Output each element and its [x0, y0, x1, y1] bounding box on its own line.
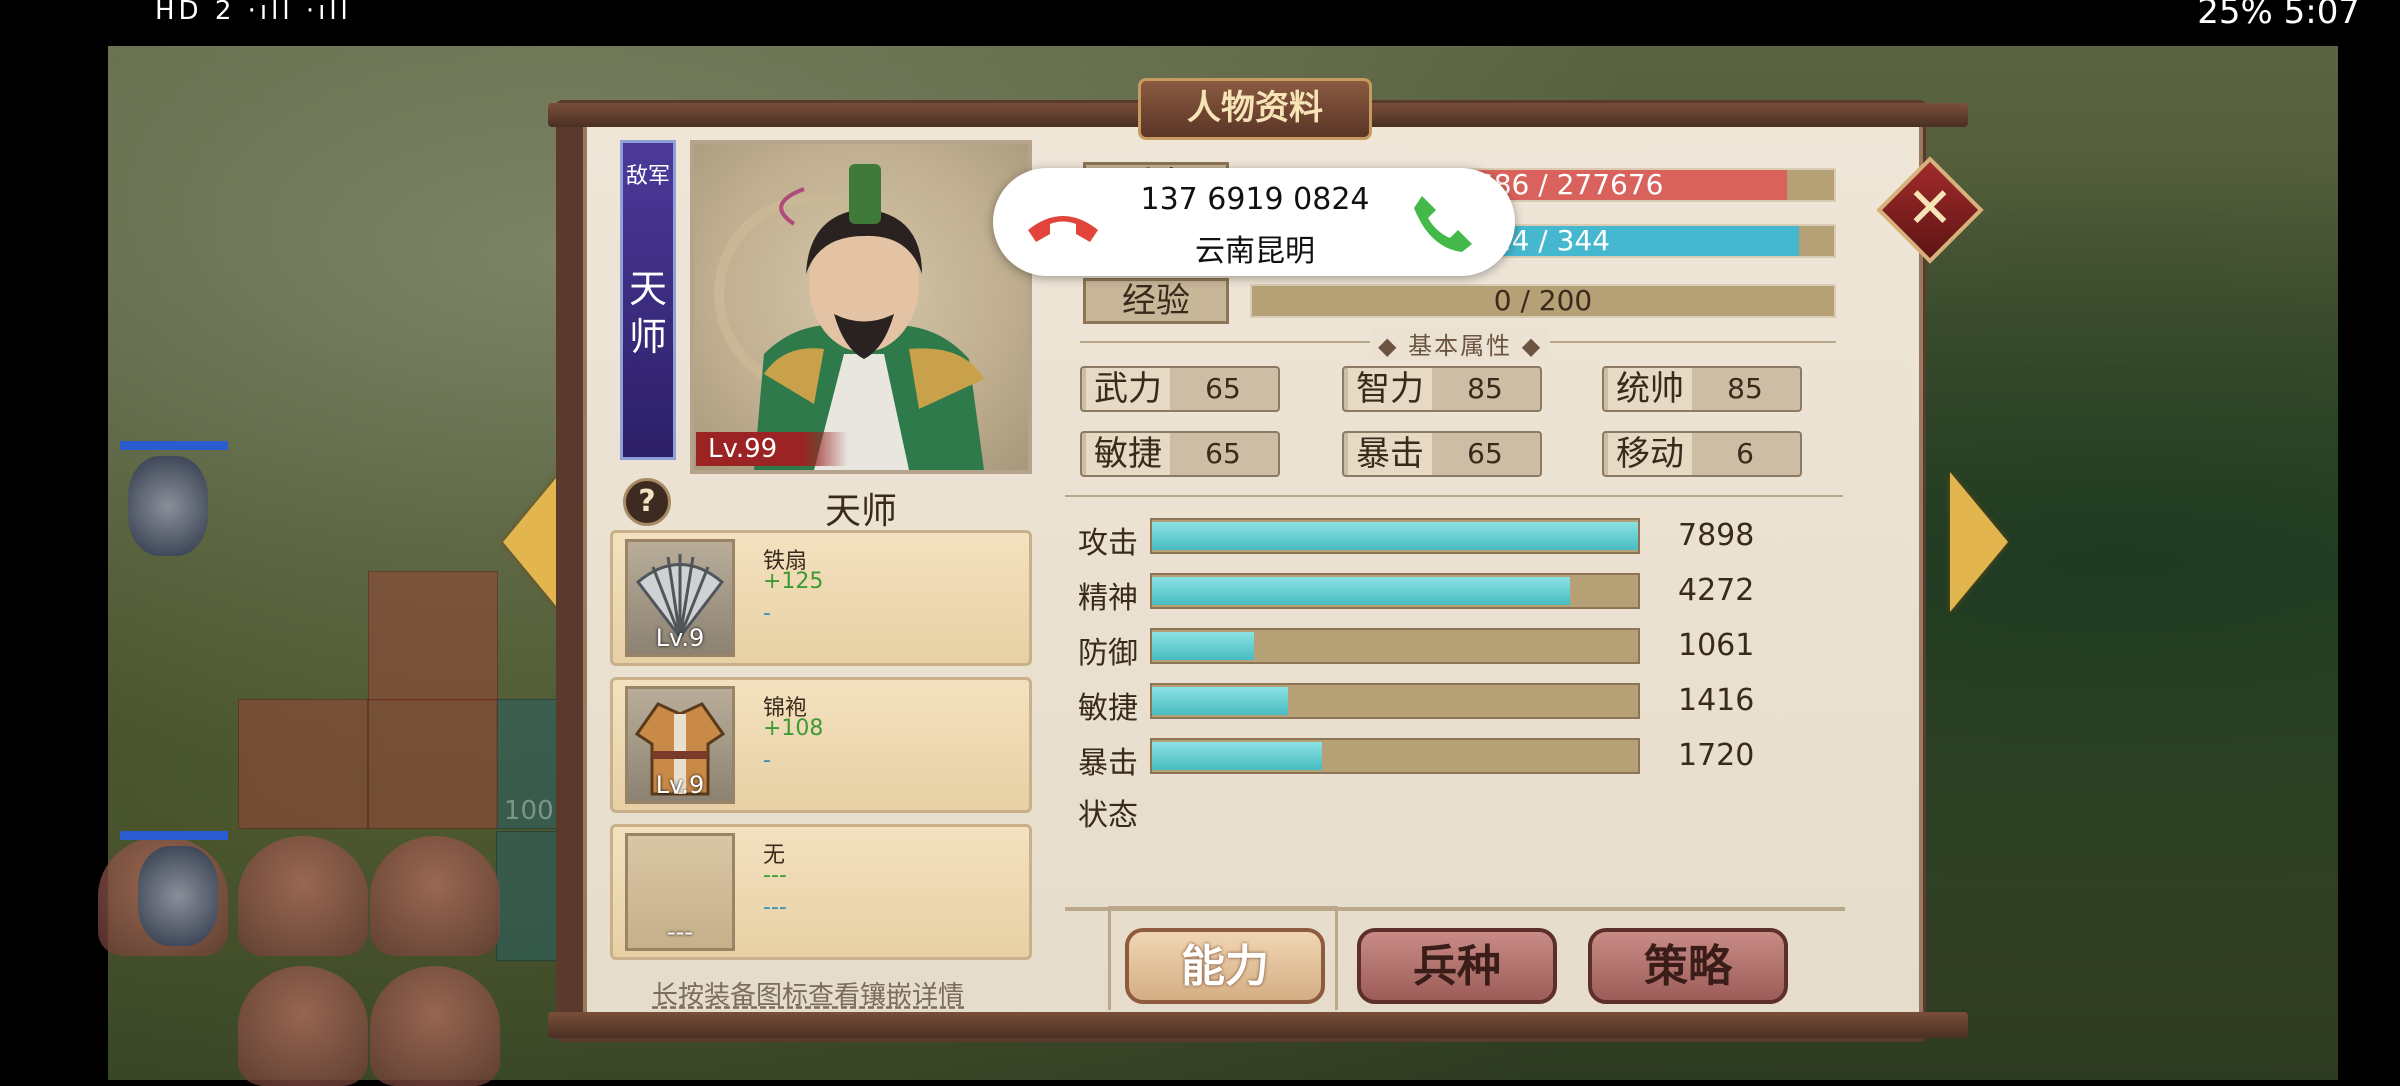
defense-bar	[1150, 628, 1640, 664]
equipment-bonus: ---	[763, 863, 787, 888]
stat-intelligence: 智力 85	[1342, 366, 1542, 412]
exp-bar: 0 / 200	[1250, 284, 1836, 318]
equipment-level: Lv.9	[655, 624, 705, 652]
equipment-hint: 长按装备图标查看镶嵌详情	[652, 981, 965, 1011]
robe-icon[interactable]: Lv.9	[625, 686, 735, 804]
help-icon[interactable]: ?	[623, 478, 671, 526]
answer-call-button[interactable]	[1400, 188, 1490, 254]
tile-label: 100	[504, 796, 554, 826]
tab-ability[interactable]: 能力	[1125, 928, 1325, 1004]
equipment-slot-armor[interactable]: Lv.9 锦袍 +108 -	[610, 677, 1032, 813]
agility-fill	[1152, 687, 1289, 715]
equipment-slot-accessory[interactable]: --- 无 --- ---	[610, 824, 1032, 960]
equipment-bonus: +108	[763, 716, 824, 741]
equipment-bonus: +125	[763, 569, 824, 594]
character-name: 天师	[824, 491, 897, 532]
combat-stat-value: 7898	[1678, 518, 1755, 553]
decline-phone-icon	[1028, 216, 1098, 242]
combat-stat-value: 1061	[1678, 628, 1755, 663]
stat-value: 85	[1727, 372, 1763, 405]
base-attributes-title: ◆ 基本属性 ◆	[1370, 326, 1551, 361]
stat-movement: 移动 6	[1602, 431, 1802, 477]
map-tile	[368, 571, 498, 701]
camp-tent	[370, 836, 500, 956]
dialog-bottom-rail	[548, 1012, 1968, 1038]
stat-key: 统帅	[1608, 368, 1692, 410]
combat-stat-label: 敏捷	[1078, 691, 1138, 726]
equipment-socket: -	[763, 601, 771, 626]
status-bar-battery-time: 25% 5:07	[2197, 0, 2360, 32]
camp-tent	[238, 836, 368, 956]
stat-key: 敏捷	[1086, 433, 1170, 475]
answer-phone-icon	[1414, 196, 1472, 252]
fan-icon[interactable]: Lv.9	[625, 539, 735, 657]
status-bar: HD 2 ·ıll ·ıll 25% 5:07	[0, 0, 2400, 46]
spirit-fill	[1152, 577, 1570, 605]
stat-value: 6	[1736, 437, 1754, 470]
equipment-socket: -	[763, 748, 771, 773]
exp-label: 经验	[1083, 278, 1229, 324]
unit-hp-bar	[120, 831, 228, 840]
combat-stat-value: 1416	[1678, 683, 1755, 718]
stat-value: 65	[1205, 372, 1241, 405]
character-portrait[interactable]	[690, 140, 1032, 474]
tab-tactics[interactable]: 策略	[1588, 928, 1788, 1004]
combat-stat-label: 暴击	[1078, 746, 1138, 781]
stat-strength: 武力 65	[1080, 366, 1280, 412]
exp-value: 0 / 200	[1493, 284, 1593, 317]
enemy-unit[interactable]	[138, 846, 218, 946]
previous-character-arrow-icon[interactable]	[503, 472, 561, 612]
stat-key: 移动	[1608, 433, 1692, 475]
combat-stat-label: 攻击	[1078, 526, 1138, 561]
portrait-image	[714, 164, 984, 470]
stat-value: 85	[1467, 372, 1503, 405]
stat-critical: 暴击 65	[1342, 431, 1542, 477]
caller-number: 137 6919 0824	[1140, 182, 1370, 217]
level-badge: Lv.99	[696, 432, 848, 466]
critical-bar	[1150, 738, 1640, 774]
stat-value: 65	[1205, 437, 1241, 470]
combat-stat-label: 防御	[1078, 636, 1138, 671]
camp-tent	[370, 966, 500, 1086]
spirit-bar	[1150, 573, 1640, 609]
attack-fill	[1152, 522, 1638, 550]
equipment-socket: ---	[763, 895, 787, 920]
caller-location: 云南昆明	[1195, 234, 1315, 269]
stat-key: 智力	[1348, 368, 1432, 410]
equipment-slot-weapon[interactable]: Lv.9 铁扇 +125 -	[610, 530, 1032, 666]
defense-fill	[1152, 632, 1255, 660]
status-label: 状态	[1078, 798, 1138, 833]
dialog-title: 人物资料	[1138, 78, 1372, 140]
empty-slot-icon[interactable]: ---	[625, 833, 735, 951]
stats-divider	[1065, 495, 1843, 497]
enemy-unit[interactable]	[128, 456, 208, 556]
banner-character-name: 天 师	[628, 267, 667, 359]
stat-agility: 敏捷 65	[1080, 431, 1280, 477]
agility-bar	[1150, 683, 1640, 719]
unit-hp-bar	[120, 441, 228, 450]
close-icon[interactable]: ✕	[1897, 174, 1963, 244]
critical-fill	[1152, 742, 1323, 770]
map-tile	[368, 699, 498, 829]
combat-stat-value: 4272	[1678, 573, 1755, 608]
camp-tent	[238, 966, 368, 1086]
stat-key: 暴击	[1348, 433, 1432, 475]
faction-label: 敌军	[625, 164, 670, 189]
combat-stat-label: 精神	[1078, 581, 1138, 616]
map-tile	[238, 699, 368, 829]
stat-command: 统帅 85	[1602, 366, 1802, 412]
equipment-level: Lv.9	[655, 771, 705, 799]
combat-stat-value: 1720	[1678, 738, 1755, 773]
attack-bar	[1150, 518, 1640, 554]
status-bar-signal: HD 2 ·ıll ·ıll	[155, 0, 352, 26]
equipment-level: ---	[667, 918, 693, 946]
next-character-arrow-icon[interactable]	[1950, 472, 2008, 612]
decline-call-button[interactable]	[1018, 192, 1108, 252]
tab-troops[interactable]: 兵种	[1357, 928, 1557, 1004]
stat-key: 武力	[1086, 368, 1170, 410]
stat-value: 65	[1467, 437, 1503, 470]
